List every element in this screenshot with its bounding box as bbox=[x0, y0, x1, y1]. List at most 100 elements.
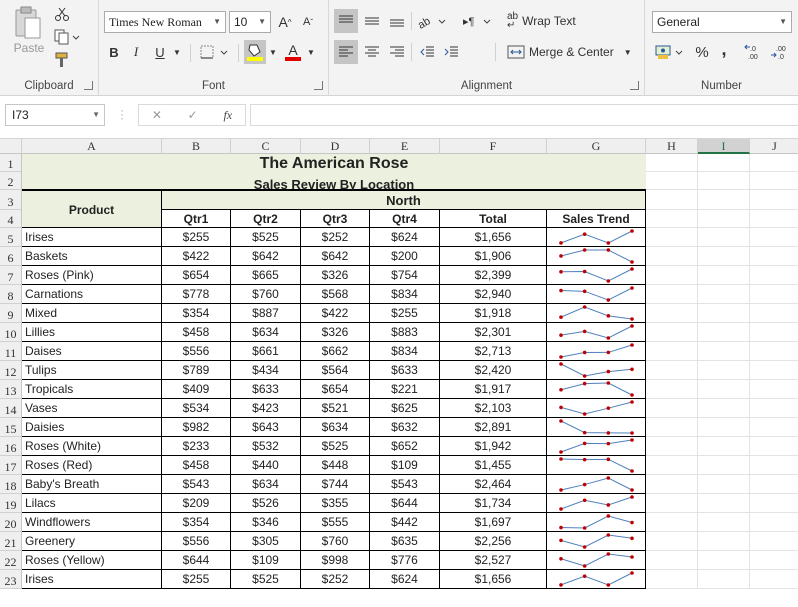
value-cell[interactable]: $2,891 bbox=[440, 418, 547, 437]
value-cell[interactable]: $532 bbox=[231, 437, 301, 456]
empty-cell[interactable] bbox=[646, 456, 698, 475]
shrink-font-button[interactable]: Aˇ bbox=[298, 11, 318, 33]
value-cell[interactable]: $644 bbox=[162, 551, 231, 570]
empty-cell[interactable] bbox=[698, 437, 750, 456]
empty-cell[interactable] bbox=[750, 285, 798, 304]
decrease-indent-icon[interactable] bbox=[415, 40, 439, 64]
empty-cell[interactable] bbox=[750, 437, 798, 456]
sparkline-cell[interactable] bbox=[547, 323, 646, 342]
empty-cell[interactable] bbox=[750, 456, 798, 475]
select-all-corner[interactable] bbox=[0, 139, 22, 154]
value-cell[interactable]: $2,256 bbox=[440, 532, 547, 551]
value-cell[interactable]: $458 bbox=[162, 456, 231, 475]
product-cell[interactable]: Roses (Red) bbox=[22, 456, 162, 475]
sparkline-cell[interactable] bbox=[547, 456, 646, 475]
empty-cell[interactable] bbox=[698, 513, 750, 532]
row-header[interactable]: 3 bbox=[0, 190, 22, 210]
value-cell[interactable]: $2,420 bbox=[440, 361, 547, 380]
value-cell[interactable]: $440 bbox=[231, 456, 301, 475]
column-header-h[interactable]: H bbox=[646, 139, 698, 154]
row-header[interactable]: 12 bbox=[0, 361, 22, 380]
value-cell[interactable]: $1,906 bbox=[440, 247, 547, 266]
empty-cell[interactable] bbox=[750, 154, 798, 172]
value-cell[interactable]: $255 bbox=[162, 228, 231, 247]
alignment-launcher-icon[interactable] bbox=[630, 81, 639, 90]
value-cell[interactable]: $1,942 bbox=[440, 437, 547, 456]
chevron-down-icon[interactable]: ▼ bbox=[267, 42, 279, 62]
empty-cell[interactable] bbox=[646, 172, 698, 190]
value-cell[interactable]: $998 bbox=[301, 551, 370, 570]
column-title[interactable]: Total bbox=[440, 210, 547, 228]
sparkline-cell[interactable] bbox=[547, 228, 646, 247]
copy-icon[interactable] bbox=[52, 27, 82, 47]
empty-cell[interactable] bbox=[750, 494, 798, 513]
row-header[interactable]: 10 bbox=[0, 323, 22, 342]
empty-cell[interactable] bbox=[646, 494, 698, 513]
empty-cell[interactable] bbox=[698, 532, 750, 551]
fill-color-icon[interactable] bbox=[244, 40, 266, 64]
empty-cell[interactable] bbox=[750, 361, 798, 380]
empty-cell[interactable] bbox=[750, 304, 798, 323]
value-cell[interactable]: $789 bbox=[162, 361, 231, 380]
empty-cell[interactable] bbox=[750, 228, 798, 247]
product-cell[interactable]: Roses (Yellow) bbox=[22, 551, 162, 570]
value-cell[interactable]: $422 bbox=[301, 304, 370, 323]
empty-cell[interactable] bbox=[698, 247, 750, 266]
sparkline-cell[interactable] bbox=[547, 399, 646, 418]
value-cell[interactable]: $2,713 bbox=[440, 342, 547, 361]
value-cell[interactable]: $1,656 bbox=[440, 228, 547, 247]
empty-cell[interactable] bbox=[698, 342, 750, 361]
value-cell[interactable]: $221 bbox=[370, 380, 440, 399]
value-cell[interactable]: $200 bbox=[370, 247, 440, 266]
row-header[interactable]: 11 bbox=[0, 342, 22, 361]
value-cell[interactable]: $434 bbox=[231, 361, 301, 380]
comma-style-button[interactable]: , bbox=[717, 38, 731, 60]
row-header[interactable]: 20 bbox=[0, 513, 22, 532]
sheet-title[interactable]: The American Rose bbox=[22, 155, 646, 173]
product-cell[interactable]: Roses (White) bbox=[22, 437, 162, 456]
empty-cell[interactable] bbox=[750, 342, 798, 361]
value-cell[interactable]: $624 bbox=[370, 570, 440, 589]
value-cell[interactable]: $305 bbox=[231, 532, 301, 551]
value-cell[interactable]: $255 bbox=[370, 304, 440, 323]
paste-button[interactable]: Paste bbox=[10, 40, 48, 56]
value-cell[interactable]: $887 bbox=[231, 304, 301, 323]
empty-cell[interactable] bbox=[750, 532, 798, 551]
empty-cell[interactable] bbox=[646, 380, 698, 399]
empty-cell[interactable] bbox=[750, 247, 798, 266]
product-cell[interactable]: Roses (Pink) bbox=[22, 266, 162, 285]
value-cell[interactable]: $754 bbox=[370, 266, 440, 285]
value-cell[interactable]: $1,455 bbox=[440, 456, 547, 475]
empty-cell[interactable] bbox=[646, 266, 698, 285]
font-launcher-icon[interactable] bbox=[314, 81, 323, 90]
empty-cell[interactable] bbox=[698, 285, 750, 304]
empty-cell[interactable] bbox=[698, 210, 750, 228]
empty-cell[interactable] bbox=[646, 342, 698, 361]
empty-cell[interactable] bbox=[646, 532, 698, 551]
value-cell[interactable]: $326 bbox=[301, 323, 370, 342]
column-header-d[interactable]: D bbox=[301, 139, 370, 154]
sparkline-cell[interactable] bbox=[547, 342, 646, 361]
value-cell[interactable]: $642 bbox=[231, 247, 301, 266]
value-cell[interactable]: $760 bbox=[301, 532, 370, 551]
value-cell[interactable]: $354 bbox=[162, 513, 231, 532]
empty-cell[interactable] bbox=[698, 190, 750, 210]
value-cell[interactable]: $525 bbox=[231, 570, 301, 589]
value-cell[interactable]: $662 bbox=[301, 342, 370, 361]
value-cell[interactable]: $564 bbox=[301, 361, 370, 380]
product-cell[interactable]: Carnations bbox=[22, 285, 162, 304]
row-header[interactable]: 13 bbox=[0, 380, 22, 399]
sparkline-cell[interactable] bbox=[547, 513, 646, 532]
value-cell[interactable]: $442 bbox=[370, 513, 440, 532]
empty-cell[interactable] bbox=[698, 380, 750, 399]
product-header[interactable]: Product bbox=[22, 190, 162, 228]
empty-cell[interactable] bbox=[750, 190, 798, 210]
sparkline-cell[interactable] bbox=[547, 551, 646, 570]
value-cell[interactable]: $744 bbox=[301, 475, 370, 494]
value-cell[interactable]: $778 bbox=[162, 285, 231, 304]
empty-cell[interactable] bbox=[646, 228, 698, 247]
italic-button[interactable]: I bbox=[127, 42, 145, 62]
empty-cell[interactable] bbox=[750, 551, 798, 570]
value-cell[interactable]: $2,464 bbox=[440, 475, 547, 494]
empty-cell[interactable] bbox=[646, 361, 698, 380]
